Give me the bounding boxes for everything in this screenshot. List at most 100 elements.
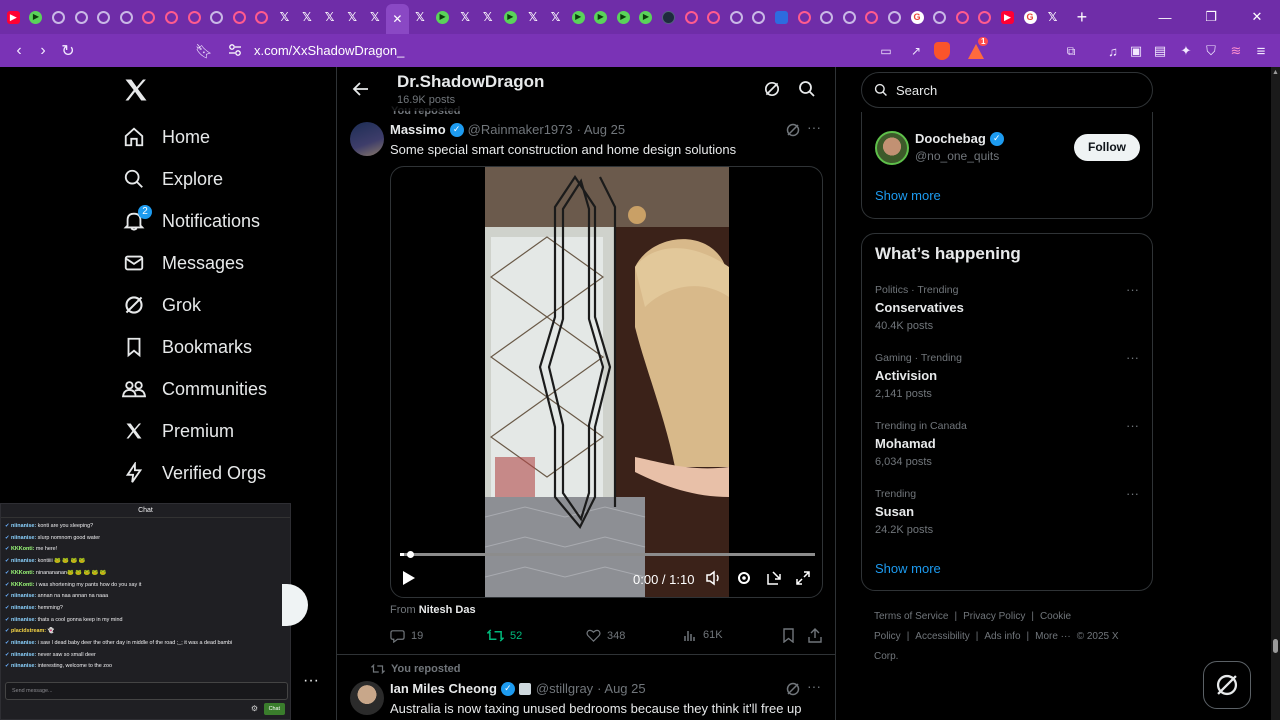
- browser-tab[interactable]: [115, 3, 138, 31]
- video-player[interactable]: 0:00 / 1:10: [390, 166, 823, 598]
- trend-more-icon[interactable]: ···: [1126, 418, 1139, 433]
- chat-username[interactable]: niinanise:: [11, 523, 36, 529]
- browser-tab[interactable]: ▶: [589, 3, 612, 31]
- reply-button[interactable]: 19: [390, 628, 423, 643]
- back-icon[interactable]: ‹: [7, 39, 31, 63]
- user-name[interactable]: Doochebag: [915, 131, 986, 146]
- browser-tab[interactable]: [974, 3, 997, 31]
- brave-shields-icon[interactable]: [934, 42, 950, 60]
- browser-tab[interactable]: [138, 3, 161, 31]
- author-handle[interactable]: @stillgray: [536, 681, 593, 696]
- nav-item-explore[interactable]: Explore: [122, 158, 267, 200]
- media-icon[interactable]: ♫: [1101, 39, 1125, 63]
- browser-tab[interactable]: [251, 3, 274, 31]
- browser-tab[interactable]: [861, 3, 884, 31]
- avatar[interactable]: [350, 122, 384, 156]
- chat-username[interactable]: niinanise:: [11, 640, 36, 646]
- suggested-user-handle[interactable]: @no_one_quits: [915, 149, 999, 163]
- chat-message-input[interactable]: Send message...: [5, 682, 288, 700]
- pip-icon[interactable]: [765, 569, 783, 587]
- forward-icon[interactable]: ›: [31, 39, 55, 63]
- sidebar-icon[interactable]: ▣: [1124, 39, 1148, 63]
- browser-tab[interactable]: 𝕏: [318, 3, 341, 31]
- browser-tab[interactable]: [815, 3, 838, 31]
- play-icon[interactable]: [403, 571, 415, 585]
- restore-button[interactable]: ❐: [1188, 0, 1234, 34]
- ai-icon[interactable]: ✦: [1174, 39, 1198, 63]
- browser-tab[interactable]: 𝕏: [409, 3, 432, 31]
- browser-tab[interactable]: 𝕏: [341, 3, 364, 31]
- minimize-button[interactable]: —: [1142, 0, 1188, 34]
- page-scrollbar[interactable]: ▲: [1271, 67, 1280, 720]
- browser-tab[interactable]: [160, 3, 183, 31]
- post-date[interactable]: · Aug 25: [577, 122, 625, 137]
- scroll-up-icon[interactable]: ▲: [1272, 69, 1279, 76]
- follow-button[interactable]: Follow: [1074, 134, 1140, 161]
- browser-tab[interactable]: ▶: [635, 3, 658, 31]
- browser-tab[interactable]: 𝕏: [476, 3, 499, 31]
- browser-tab[interactable]: [951, 3, 974, 31]
- search-input[interactable]: Search: [896, 83, 937, 98]
- account-more-icon[interactable]: ···: [303, 672, 319, 690]
- avatar[interactable]: [875, 131, 909, 165]
- browser-tab[interactable]: ▶: [25, 3, 48, 31]
- browser-tab[interactable]: [702, 3, 725, 31]
- back-arrow-icon[interactable]: [351, 79, 371, 99]
- leo-icon[interactable]: ⧉: [1059, 39, 1083, 63]
- x-logo-icon[interactable]: [122, 76, 150, 104]
- browser-tab[interactable]: [92, 3, 115, 31]
- avatar[interactable]: [350, 681, 384, 715]
- chat-send-button[interactable]: Chat: [263, 703, 285, 715]
- browser-tab[interactable]: ▶: [2, 3, 25, 31]
- footer-link[interactable]: Privacy Policy: [963, 611, 1025, 622]
- browser-tab[interactable]: 𝕏: [454, 3, 477, 31]
- like-button[interactable]: 348: [586, 628, 625, 643]
- extension-icon[interactable]: ≋: [1224, 39, 1248, 63]
- search-icon[interactable]: [798, 80, 816, 103]
- browser-tab[interactable]: [205, 3, 228, 31]
- volume-icon[interactable]: [705, 569, 723, 587]
- browser-tab[interactable]: [883, 3, 906, 31]
- trend-more-icon[interactable]: ···: [1126, 350, 1139, 365]
- chat-username[interactable]: niinanise:: [11, 535, 36, 541]
- browser-tab[interactable]: [228, 3, 251, 31]
- brave-rewards-icon[interactable]: 1: [968, 36, 989, 59]
- show-more-link[interactable]: Show more: [875, 188, 941, 203]
- browser-tab[interactable]: [183, 3, 206, 31]
- browser-tab[interactable]: 𝕏: [544, 3, 567, 31]
- chat-username[interactable]: placidstream:: [11, 628, 46, 634]
- share-icon[interactable]: ↗: [904, 39, 928, 63]
- browser-tab[interactable]: [793, 3, 816, 31]
- browser-tab[interactable]: [838, 3, 861, 31]
- chat-username[interactable]: niinanise:: [11, 652, 36, 658]
- trend-more-icon[interactable]: ···: [1126, 282, 1139, 297]
- reload-icon[interactable]: ↻: [56, 39, 80, 63]
- post-button[interactable]: [282, 584, 308, 626]
- bookmark-button[interactable]: [782, 628, 801, 643]
- browser-tab[interactable]: [680, 3, 703, 31]
- chat-username[interactable]: KKKonti:: [11, 570, 34, 576]
- grok-icon[interactable]: [763, 80, 781, 103]
- bookmark-page-icon[interactable]: 🔖︎: [192, 39, 216, 63]
- footer-link[interactable]: Accessibility: [915, 631, 969, 642]
- share-button[interactable]: [808, 628, 828, 643]
- chat-username[interactable]: niinanise:: [11, 605, 36, 611]
- search-box[interactable]: Search: [861, 72, 1153, 108]
- post-date[interactable]: · Aug 25: [597, 681, 645, 696]
- nav-item-messages[interactable]: Messages: [122, 242, 267, 284]
- settings-icon[interactable]: [735, 569, 753, 587]
- cast-icon[interactable]: ▭: [874, 39, 898, 63]
- vpn-icon[interactable]: ⛉: [1199, 39, 1223, 63]
- footer-link[interactable]: More ···: [1035, 631, 1071, 642]
- nav-item-premium[interactable]: Premium: [122, 410, 267, 452]
- browser-tab[interactable]: G: [1019, 3, 1042, 31]
- address-bar[interactable]: x.com/XxShadowDragon_ ▭ ↗ 1: [222, 36, 989, 64]
- views-button[interactable]: 61K: [683, 628, 723, 642]
- browser-tab[interactable]: [657, 3, 680, 31]
- show-more-link[interactable]: Show more: [875, 561, 941, 576]
- post-card[interactable]: Massimo ✓ @Rainmaker1973 · Aug 25 ··· So…: [337, 119, 835, 655]
- browser-tab[interactable]: [928, 3, 951, 31]
- site-info-icon[interactable]: [228, 43, 242, 57]
- browser-tab[interactable]: G: [906, 3, 929, 31]
- trend-item[interactable]: Gaming · Trending Activision 2,141 posts ··…: [875, 350, 1141, 412]
